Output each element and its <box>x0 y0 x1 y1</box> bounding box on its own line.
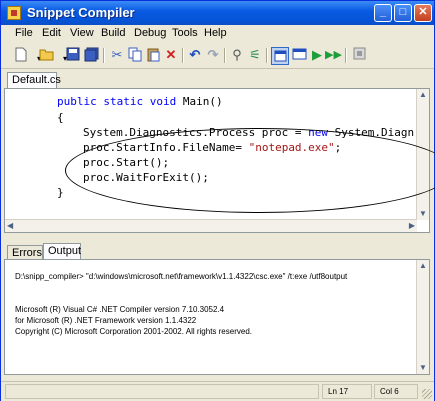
status-bar: Ln 17 Col 6 <box>1 381 434 401</box>
run-icon[interactable]: ▶ <box>309 47 325 63</box>
code-line: } <box>57 186 64 199</box>
toolbar-separator <box>103 48 105 63</box>
toolbar-separator <box>182 48 184 63</box>
menu-edit[interactable]: Edit <box>42 27 61 39</box>
toolbar-separator <box>224 48 226 63</box>
cut-icon[interactable]: ✂ <box>109 47 125 63</box>
output-line: Microsoft (R) Visual C# .NET Compiler ve… <box>15 305 225 314</box>
minimize-button[interactable]: _ <box>374 4 392 22</box>
scroll-up-icon[interactable]: ▲ <box>419 90 427 100</box>
toolbar: ▾ ▾ ✂ ✕ ↶ ↷ ⚲ ⚟ ▶ ▶▶ <box>1 43 434 69</box>
app-icon <box>7 6 21 20</box>
resize-grip-icon[interactable] <box>422 389 432 399</box>
scroll-down-icon[interactable]: ▼ <box>419 209 427 219</box>
output-panel[interactable]: D:\snipp_compiler> "d:\windows\microsoft… <box>4 259 430 375</box>
replace-icon[interactable]: ⚟ <box>247 47 263 63</box>
window-icon[interactable] <box>271 47 289 65</box>
close-button[interactable]: ✕ <box>414 4 432 22</box>
tab-default-cs[interactable]: Default.cs <box>7 72 61 89</box>
copy-icon[interactable] <box>127 47 143 63</box>
delete-icon[interactable]: ✕ <box>163 47 179 63</box>
scroll-left-icon[interactable]: ◀ <box>7 221 13 231</box>
app-window: Snippet Compiler _ □ ✕ File Edit View Bu… <box>0 0 435 401</box>
code-text: Main() <box>176 95 223 108</box>
scroll-down-icon[interactable]: ▼ <box>419 363 427 373</box>
menu-file[interactable]: File <box>15 27 33 39</box>
output-vertical-scrollbar[interactable]: ▲ ▼ <box>416 260 429 374</box>
menu-build[interactable]: Build <box>101 27 125 39</box>
menu-tools[interactable]: Tools <box>172 27 198 39</box>
output-line: D:\snipp_compiler> "d:\windows\microsoft… <box>15 272 348 281</box>
paste-icon[interactable] <box>145 47 161 63</box>
editor-horizontal-scrollbar[interactable]: ◀ ▶ <box>5 219 417 232</box>
code-keyword: public static void <box>57 95 177 108</box>
undo-icon[interactable]: ↶ <box>187 47 203 63</box>
status-line: Ln 17 <box>322 384 372 399</box>
code-line: public static void Main() <box>57 95 223 108</box>
window-title: Snippet Compiler <box>27 5 135 20</box>
save-icon[interactable] <box>65 47 81 63</box>
stop-icon[interactable] <box>351 47 367 63</box>
menu-help[interactable]: Help <box>204 27 227 39</box>
run-all-icon[interactable]: ▶▶ <box>325 47 342 63</box>
status-column: Col 6 <box>374 384 418 399</box>
output-line: Copyright (C) Microsoft Corporation 2001… <box>15 327 252 336</box>
status-message <box>5 384 319 399</box>
scroll-right-icon[interactable]: ▶ <box>409 221 415 231</box>
highlight-ellipse <box>65 128 435 213</box>
menu-debug[interactable]: Debug <box>134 27 166 39</box>
scroll-up-icon[interactable]: ▲ <box>419 261 427 271</box>
title-bar[interactable]: Snippet Compiler _ □ ✕ <box>1 1 434 25</box>
menu-bar: File Edit View Build Debug Tools Help <box>1 25 434 43</box>
new-icon[interactable] <box>13 47 29 63</box>
toolbar-separator <box>345 48 347 63</box>
find-icon[interactable]: ⚲ <box>229 47 245 63</box>
maximize-button[interactable]: □ <box>394 4 412 22</box>
open-icon[interactable] <box>39 47 55 63</box>
build-icon[interactable] <box>291 47 307 63</box>
save-all-icon[interactable] <box>83 47 99 63</box>
code-line: { <box>57 111 64 124</box>
toolbar-separator <box>266 48 268 63</box>
output-line: for Microsoft (R) .NET Framework version… <box>15 316 197 325</box>
menu-view[interactable]: View <box>70 27 94 39</box>
redo-icon[interactable]: ↷ <box>205 47 221 63</box>
